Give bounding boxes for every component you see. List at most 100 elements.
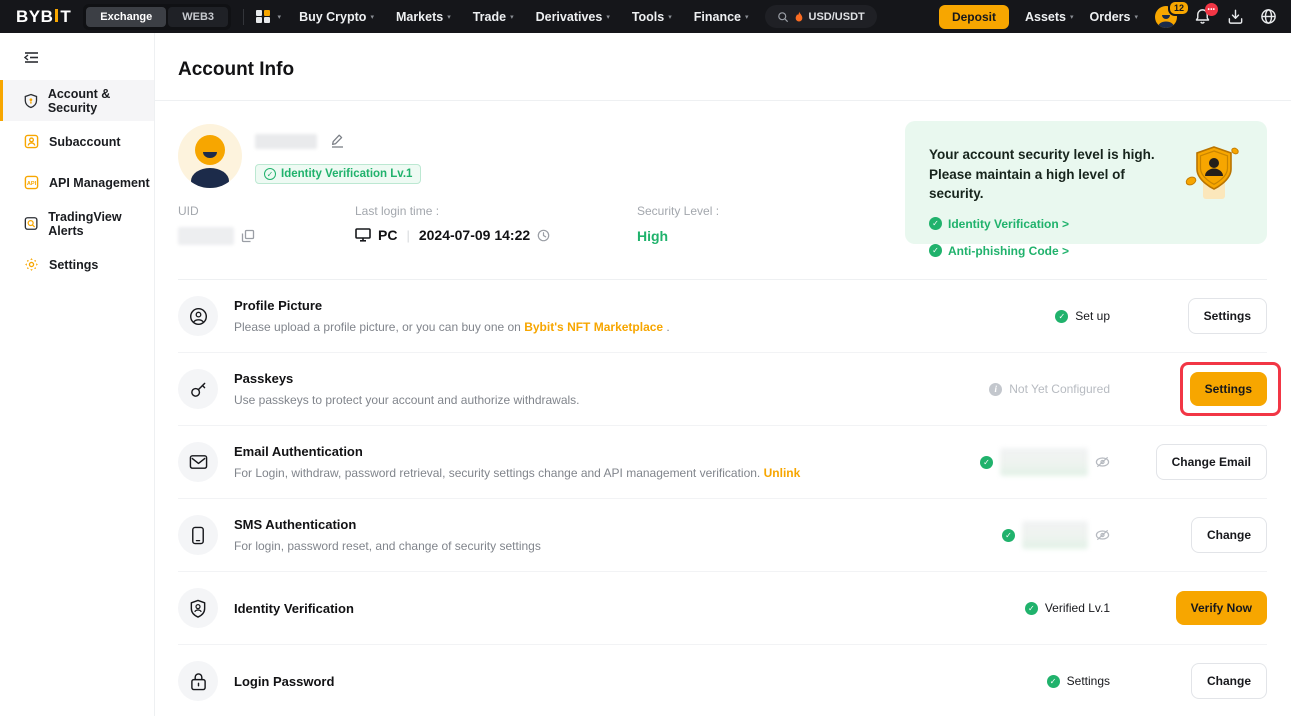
sidebar-item-subaccount[interactable]: Subaccount [0, 121, 154, 162]
account-sidebar: Account & Security Subaccount API API Ma… [0, 33, 155, 716]
row-sms-authentication: SMS Authentication For login, password r… [178, 499, 1267, 572]
language-globe-icon[interactable] [1260, 8, 1277, 25]
masked-uid [178, 227, 234, 245]
logo-text-right: T [60, 7, 71, 27]
row-title: Login Password [234, 674, 334, 689]
profile-summary: ✓ Identity Verification Lv.1 UID Last lo… [155, 101, 1291, 279]
top-navbar: BYB T Exchange WEB3 ▾ Buy Crypto▾ Markets… [0, 0, 1291, 33]
row-desc: For Login, withdraw, password retrieval,… [234, 466, 800, 480]
sidebar-item-label: Subaccount [49, 135, 121, 149]
info-circle-icon: i [989, 383, 1002, 396]
row-desc: Please upload a profile picture, or you … [234, 320, 670, 334]
download-app-icon[interactable] [1227, 8, 1244, 25]
profile-avatar[interactable] [178, 124, 242, 188]
chevron-down-icon: ▾ [510, 13, 514, 21]
security-status-card: Your account security level is high. Ple… [905, 121, 1267, 244]
row-title: Profile Picture [234, 298, 670, 313]
eye-slash-icon[interactable] [1095, 529, 1110, 541]
sidebar-item-label: Settings [49, 258, 98, 272]
sidebar-item-settings[interactable]: Settings [0, 244, 154, 285]
masked-email [1000, 448, 1088, 476]
sidebar-item-tradingview-alerts[interactable]: TradingView Alerts [0, 203, 154, 244]
row-login-password: Login Password ✓ Settings Change [178, 645, 1267, 716]
edit-pencil-icon[interactable] [329, 133, 346, 149]
email-icon [178, 442, 218, 482]
sidebar-item-account-security[interactable]: Account & Security [0, 80, 154, 121]
login-device: PC [378, 227, 397, 243]
kyc-level-badge: ✓ Identity Verification Lv.1 [255, 164, 421, 184]
tradingview-alerts-icon [24, 216, 38, 231]
flame-icon [794, 11, 804, 23]
api-icon: API [24, 175, 39, 190]
chevron-down-icon: ▾ [447, 13, 451, 21]
nav-derivatives[interactable]: Derivatives▾ [536, 10, 610, 24]
lock-icon [178, 661, 218, 701]
page-title: Account Info [178, 59, 1267, 81]
security-level-label: Security Level : [637, 204, 719, 218]
security-card-line2: Please maintain a high level of security… [929, 165, 1179, 204]
masked-username [255, 134, 317, 149]
check-circle-icon: ✓ [1047, 675, 1060, 688]
sidebar-collapse-icon[interactable] [0, 47, 154, 80]
search-icon [777, 11, 789, 23]
row-title: Identity Verification [234, 601, 354, 616]
row-title: Email Authentication [234, 444, 800, 459]
security-card-line1: Your account security level is high. [929, 145, 1179, 165]
security-level-value: High [637, 228, 719, 244]
notifications-bell-icon[interactable]: ••• [1194, 8, 1211, 25]
change-password-button[interactable]: Change [1191, 663, 1267, 699]
search-box[interactable]: USD/USDT [765, 5, 877, 28]
eye-slash-icon[interactable] [1095, 456, 1110, 468]
nav-tools[interactable]: Tools▾ [632, 10, 672, 24]
tab-web3[interactable]: WEB3 [168, 7, 228, 27]
profile-picture-settings-button[interactable]: Settings [1188, 298, 1267, 334]
identity-verification-link[interactable]: ✓ Identity Verification > [929, 217, 1247, 231]
bybit-logo[interactable]: BYB T [16, 7, 71, 27]
row-status: i Not Yet Configured [989, 382, 1110, 396]
subaccount-icon [24, 134, 39, 149]
anti-phishing-code-link[interactable]: ✓ Anti-phishing Code > [929, 244, 1247, 258]
nav-buy-crypto[interactable]: Buy Crypto▾ [299, 10, 374, 24]
nav-trade[interactable]: Trade▾ [473, 10, 514, 24]
copy-icon[interactable] [241, 229, 255, 243]
nav-orders[interactable]: Orders▾ [1089, 10, 1138, 24]
check-circle-icon: ✓ [1002, 529, 1015, 542]
security-settings-list: Profile Picture Please upload a profile … [178, 279, 1267, 716]
login-time: 2024-07-09 14:22 [419, 227, 530, 243]
logo-text-left: BYB [16, 7, 53, 27]
shield-illustration [1183, 143, 1241, 205]
change-sms-button[interactable]: Change [1191, 517, 1267, 553]
product-switcher: Exchange WEB3 [83, 4, 231, 30]
sidebar-item-api-management[interactable]: API API Management [0, 162, 154, 203]
sidebar-item-label: TradingView Alerts [48, 210, 154, 238]
row-profile-picture: Profile Picture Please upload a profile … [178, 280, 1267, 353]
deposit-button[interactable]: Deposit [939, 5, 1009, 29]
nav-finance[interactable]: Finance▾ [694, 10, 749, 24]
check-circle-icon: ✓ [980, 456, 993, 469]
main-menu: Buy Crypto▾ Markets▾ Trade▾ Derivatives▾… [299, 10, 748, 24]
logo-bar-icon [55, 9, 58, 22]
profile-picture-icon [178, 296, 218, 336]
passkeys-settings-button[interactable]: Settings [1190, 372, 1267, 406]
chevron-down-icon: ▾ [1070, 13, 1074, 21]
row-status: ✓ [980, 448, 1110, 476]
alert-dot-badge: ••• [1205, 3, 1218, 16]
unlink-email-link[interactable]: Unlink [764, 466, 801, 480]
row-identity-verification: Identity Verification ✓ Verified Lv.1 Ve… [178, 572, 1267, 645]
notification-count-badge: 12 [1168, 0, 1190, 16]
account-avatar-icon[interactable]: 12 [1154, 5, 1178, 29]
apps-grid-icon[interactable]: ▾ [256, 10, 281, 24]
navbar-right: Deposit Assets▾ Orders▾ 12 ••• [939, 5, 1277, 29]
identity-verification-icon [178, 588, 218, 628]
nft-marketplace-link[interactable]: Bybit's NFT Marketplace [524, 320, 663, 334]
chevron-down-icon: ▾ [745, 13, 749, 21]
tab-exchange[interactable]: Exchange [86, 7, 166, 27]
chevron-down-icon: ▾ [606, 13, 610, 21]
verify-now-button[interactable]: Verify Now [1176, 591, 1267, 625]
grid-squares-icon [256, 10, 270, 24]
change-email-button[interactable]: Change Email [1156, 444, 1267, 480]
clock-icon[interactable] [537, 229, 550, 242]
uid-label: UID [178, 204, 355, 218]
nav-assets[interactable]: Assets▾ [1025, 10, 1074, 24]
nav-markets[interactable]: Markets▾ [396, 10, 451, 24]
